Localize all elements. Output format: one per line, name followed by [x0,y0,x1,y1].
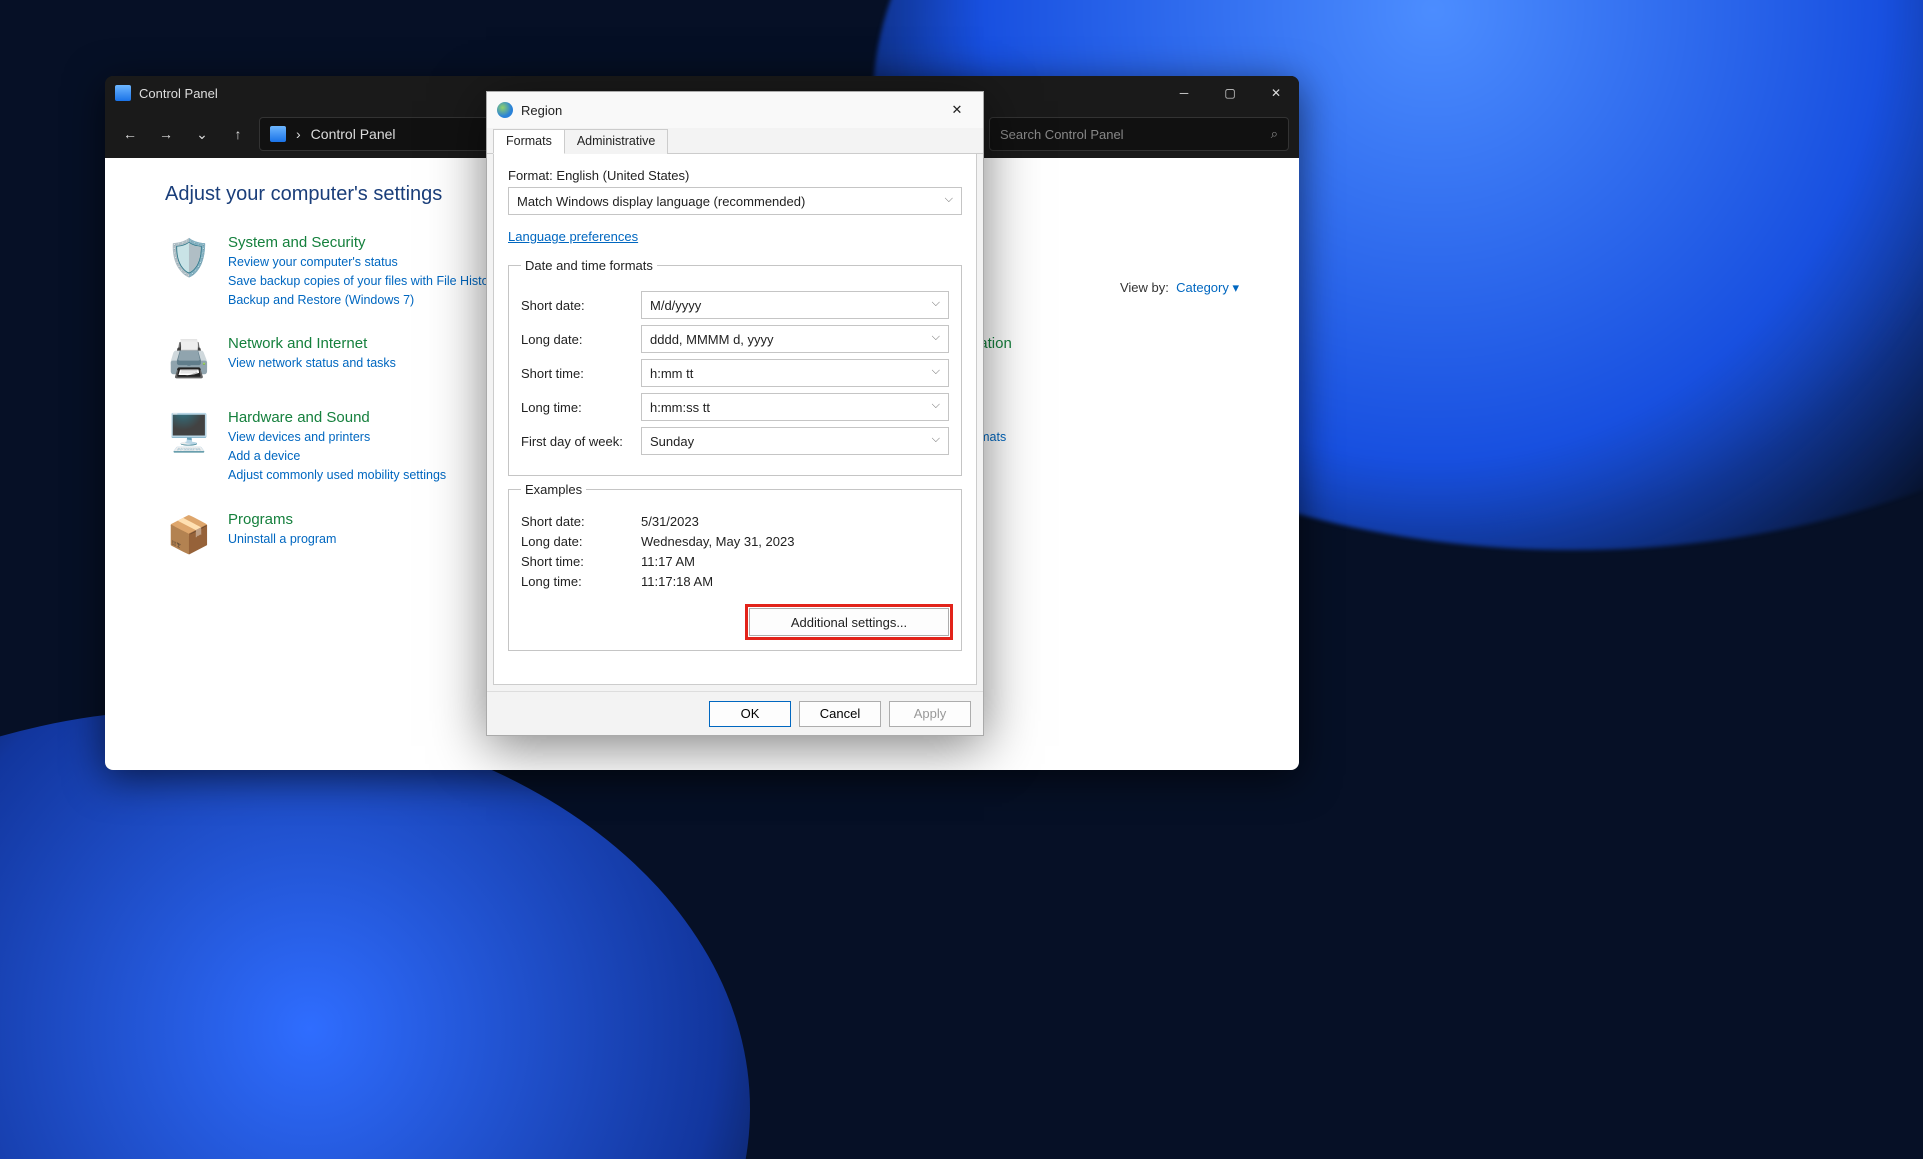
ex-long-date-label: Long date: [521,534,641,549]
date-time-formats-group: Date and time formats Short date: M/d/yy… [508,258,962,476]
short-time-label: Short time: [521,366,641,381]
tab-formats[interactable]: Formats [493,129,565,154]
tab-administrative[interactable]: Administrative [564,129,669,154]
ex-long-date-value: Wednesday, May 31, 2023 [641,534,794,549]
category-link[interactable]: Adjust commonly used mobility settings [228,466,446,485]
short-time-combo[interactable]: h:mm tt [641,359,949,387]
search-input[interactable]: Search Control Panel ⌕ [989,117,1289,151]
category-link[interactable]: Backup and Restore (Windows 7) [228,291,499,310]
category-link[interactable]: Add a device [228,447,446,466]
category-title[interactable]: Hardware and Sound [228,409,446,426]
breadcrumb[interactable]: Control Panel [311,126,396,142]
search-icon: ⌕ [1271,126,1278,142]
date-time-formats-legend: Date and time formats [521,258,657,273]
category-link[interactable]: View network status and tasks [228,354,396,373]
category-links: View network status and tasks [228,354,396,373]
globe-icon [497,102,513,118]
ex-short-date-label: Short date: [521,514,641,529]
category-link[interactable]: Uninstall a program [228,530,336,549]
long-date-value: dddd, MMMM d, yyyy [650,332,774,347]
category-link[interactable]: Review your computer's status [228,253,499,272]
short-date-label: Short date: [521,298,641,313]
maximize-button[interactable]: ▢ [1207,76,1253,110]
category-title[interactable]: System and Security [228,234,499,251]
ok-button[interactable]: OK [709,701,791,727]
long-time-combo[interactable]: h:mm:ss tt [641,393,949,421]
recent-locations-button[interactable]: ⌄ [187,119,217,149]
first-day-combo[interactable]: Sunday [641,427,949,455]
category-icon: 📦 [165,511,213,559]
ex-short-date-value: 5/31/2023 [641,514,699,529]
long-time-label: Long time: [521,400,641,415]
language-preferences-link[interactable]: Language preferences [508,229,638,244]
examples-legend: Examples [521,482,586,497]
control-panel-icon [270,126,286,142]
additional-settings-button[interactable]: Additional settings... [749,608,949,636]
category-link[interactable]: Save backup copies of your files with Fi… [228,272,499,291]
category-links: View devices and printersAdd a deviceAdj… [228,428,446,484]
dialog-titlebar[interactable]: Region ✕ [487,92,983,128]
format-combo[interactable]: Match Windows display language (recommen… [508,187,962,215]
format-label: Format: English (United States) [508,168,962,183]
tab-strip: Formats Administrative [487,128,983,154]
first-day-value: Sunday [650,434,694,449]
category-links: Uninstall a program [228,530,336,549]
format-combo-value: Match Windows display language (recommen… [517,194,805,209]
breadcrumb-separator: › [296,126,301,142]
category-icon: 🖥️ [165,409,213,457]
dialog-body: Format: English (United States) Match Wi… [493,154,977,685]
dialog-footer: OK Cancel Apply [487,691,983,735]
category-links: Review your computer's statusSave backup… [228,253,499,309]
examples-group: Examples Short date:5/31/2023 Long date:… [508,482,962,651]
window-title: Control Panel [139,86,218,101]
forward-button[interactable]: → [151,119,181,149]
dialog-title: Region [521,103,562,118]
minimize-button[interactable]: ─ [1161,76,1207,110]
category-icon: 🛡️ [165,234,213,282]
search-placeholder: Search Control Panel [1000,127,1124,142]
back-button[interactable]: ← [115,119,145,149]
ex-long-time-label: Long time: [521,574,641,589]
category-title[interactable]: Programs [228,511,336,528]
short-date-value: M/d/yyyy [650,298,701,313]
view-by: View by: Category ▾ [1120,280,1239,296]
ex-long-time-value: 11:17:18 AM [641,574,713,589]
ex-short-time-value: 11:17 AM [641,554,695,569]
long-date-label: Long date: [521,332,641,347]
region-dialog: Region ✕ Formats Administrative Format: … [486,91,984,736]
view-by-dropdown[interactable]: Category ▾ [1176,280,1239,295]
dialog-close-button[interactable]: ✕ [937,96,977,124]
apply-button[interactable]: Apply [889,701,971,727]
first-day-label: First day of week: [521,434,641,449]
long-date-combo[interactable]: dddd, MMMM d, yyyy [641,325,949,353]
long-time-value: h:mm:ss tt [650,400,710,415]
ex-short-time-label: Short time: [521,554,641,569]
cancel-button[interactable]: Cancel [799,701,881,727]
short-time-value: h:mm tt [650,366,693,381]
category-link[interactable]: View devices and printers [228,428,446,447]
close-button[interactable]: ✕ [1253,76,1299,110]
short-date-combo[interactable]: M/d/yyyy [641,291,949,319]
view-by-label: View by: [1120,280,1169,295]
control-panel-icon [115,85,131,101]
category-icon: 🖨️ [165,335,213,383]
category-title[interactable]: Network and Internet [228,335,396,352]
up-button[interactable]: ↑ [223,119,253,149]
